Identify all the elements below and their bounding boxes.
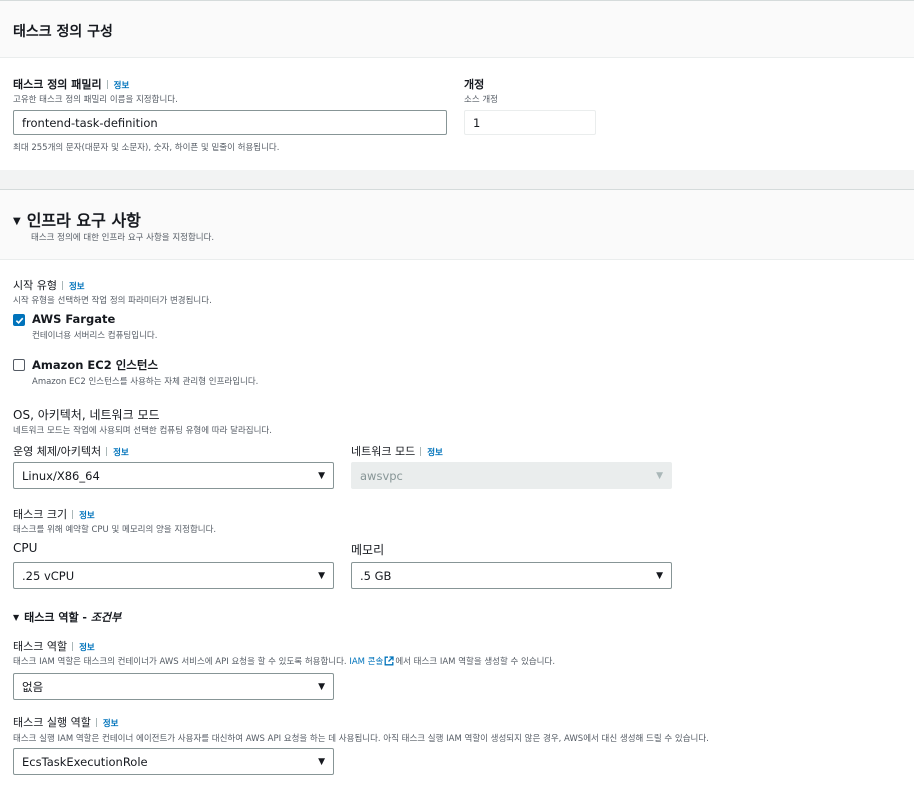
family-desc: 고유한 태스크 정의 패밀리 이름을 지정합니다. [13,95,178,105]
dropdown-caret-icon: ▼ [318,756,325,767]
os-arch-info-link[interactable]: 정보 [113,448,129,458]
memory-select[interactable]: .5 GB ▼ [351,562,672,589]
check-icon [15,317,23,324]
cpu-label: CPU [13,541,38,555]
network-mode-info-link[interactable]: 정보 [427,448,443,458]
fargate-checkbox[interactable] [13,314,25,326]
ec2-desc: Amazon EC2 인스턴스를 사용하는 자체 관리형 인프라입니다. [32,377,259,387]
divider [420,447,422,456]
exec-role-select[interactable]: EcsTaskExecutionRole ▼ [13,748,334,775]
os-arch-label: 운영 체제/아키텍처 [13,445,102,458]
revision-desc: 소스 개정 [464,95,498,105]
fargate-label[interactable]: AWS Fargate [32,312,115,326]
task-role-desc: 태스크 IAM 역할은 태스크의 컨테이너가 AWS 서비스에 API 요청을 … [13,655,555,667]
family-input-value: frontend-task-definition [22,115,158,130]
dropdown-caret-icon: ▼ [318,470,325,481]
task-size-label-row: 태스크 크기 정보 [13,506,95,522]
exec-role-value: EcsTaskExecutionRole [22,754,148,769]
task-role-select[interactable]: 없음 ▼ [13,673,334,700]
divider [61,281,63,290]
exec-role-label-row: 태스크 실행 역할 정보 [13,714,118,730]
network-mode-label-row: 네트워크 모드 정보 [351,443,443,459]
family-info-link[interactable]: 정보 [114,81,130,91]
external-link-icon [384,656,394,666]
infra-title: 인프라 요구 사항 [26,211,141,230]
dropdown-caret-icon: ▼ [318,681,325,692]
family-label-row: 태스크 정의 패밀리 정보 [13,76,129,92]
os-section-desc: 네트워크 모드는 작업에 사용되며 선택한 컴퓨팅 유형에 따라 달라집니다. [13,426,272,436]
expand-caret-icon: ▼ [13,613,20,622]
exec-role-desc: 태스크 실행 IAM 역할은 컨테이너 에이전트가 사용자를 대신하여 AWS … [13,734,709,744]
infra-title-row: ▼ 인프라 요구 사항 [13,207,141,231]
cpu-value: .25 vCPU [22,568,75,583]
cpu-select[interactable]: .25 vCPU ▼ [13,562,334,589]
os-arch-select[interactable]: Linux/X86_64 ▼ [13,462,334,489]
task-role-section-toggle[interactable]: ▼ 태스크 역할 - 조건부 [13,609,121,625]
dropdown-caret-icon: ▼ [318,570,325,581]
network-mode-label: 네트워크 모드 [351,445,416,458]
dropdown-caret-icon: ▼ [656,470,663,481]
network-mode-value: awsvpc [360,468,403,483]
ec2-checkbox[interactable] [13,359,25,371]
task-size-info-link[interactable]: 정보 [79,511,95,521]
exec-role-info-link[interactable]: 정보 [103,719,119,729]
divider [106,80,108,89]
iam-console-link-label: IAM 콘솔 [349,657,384,667]
infra-requirements-panel: ▼ 인프라 요구 사항 태스크 정의에 대한 인프라 요구 사항을 지정합니다. … [0,189,914,790]
task-role-value: 없음 [22,679,44,694]
task-size-label: 태스크 크기 [13,508,68,521]
os-arch-label-row: 운영 체제/아키텍처 정보 [13,443,129,459]
revision-input-value: 1 [473,115,481,130]
task-size-desc: 태스크를 위해 예약할 CPU 및 메모리의 양을 지정합니다. [13,525,217,535]
revision-input: 1 [464,110,596,135]
task-role-desc-post: 에서 태스크 IAM 역할을 생성할 수 있습니다. [395,657,556,667]
os-arch-value: Linux/X86_64 [22,468,100,483]
memory-value: .5 GB [360,568,392,583]
launch-type-label-row: 시작 유형 정보 [13,277,85,293]
infra-desc: 태스크 정의에 대한 인프라 요구 사항을 지정합니다. [31,233,215,243]
task-role-info-link[interactable]: 정보 [79,643,95,653]
task-definition-config-panel: 태스크 정의 구성 태스크 정의 패밀리 정보 고유한 태스크 정의 패밀리 이름… [0,0,914,170]
divider [72,642,74,651]
collapse-caret-icon[interactable]: ▼ [13,216,21,227]
network-mode-select: awsvpc ▼ [351,462,672,489]
exec-role-label: 태스크 실행 역할 [13,716,91,729]
ec2-label[interactable]: Amazon EC2 인스턴스 [32,357,158,373]
iam-console-link[interactable]: IAM 콘솔 [349,656,395,667]
family-input[interactable]: frontend-task-definition [13,110,447,135]
divider [106,447,108,456]
family-hint: 최대 255개의 문자(대문자 및 소문자), 숫자, 하이픈 및 밑줄이 허용… [13,143,280,153]
infra-header[interactable]: ▼ 인프라 요구 사항 태스크 정의에 대한 인프라 요구 사항을 지정합니다. [0,190,914,260]
panel-header: 태스크 정의 구성 [0,1,914,58]
panel-title: 태스크 정의 구성 [13,24,113,40]
launch-type-label: 시작 유형 [13,279,57,292]
divider [95,718,97,727]
task-role-label-row: 태스크 역할 정보 [13,638,95,654]
launch-type-desc: 시작 유형을 선택하면 작업 정의 파라미터가 변경됩니다. [13,296,212,306]
launch-type-info-link[interactable]: 정보 [69,282,85,292]
task-role-section-conditional: 조건부 [90,611,122,624]
os-section-label: OS, 아키텍처, 네트워크 모드 [13,408,160,422]
memory-label: 메모리 [351,543,385,557]
task-role-label: 태스크 역할 [13,640,68,653]
revision-label: 개정 [464,78,485,91]
task-role-desc-pre: 태스크 IAM 역할은 태스크의 컨테이너가 AWS 서비스에 API 요청을 … [13,657,350,667]
family-label: 태스크 정의 패밀리 [13,78,102,91]
fargate-desc: 컨테이너용 서버리스 컴퓨팅입니다. [32,331,158,341]
divider [72,510,74,519]
task-role-section-title: 태스크 역할 - [24,611,91,624]
dropdown-caret-icon: ▼ [656,570,663,581]
